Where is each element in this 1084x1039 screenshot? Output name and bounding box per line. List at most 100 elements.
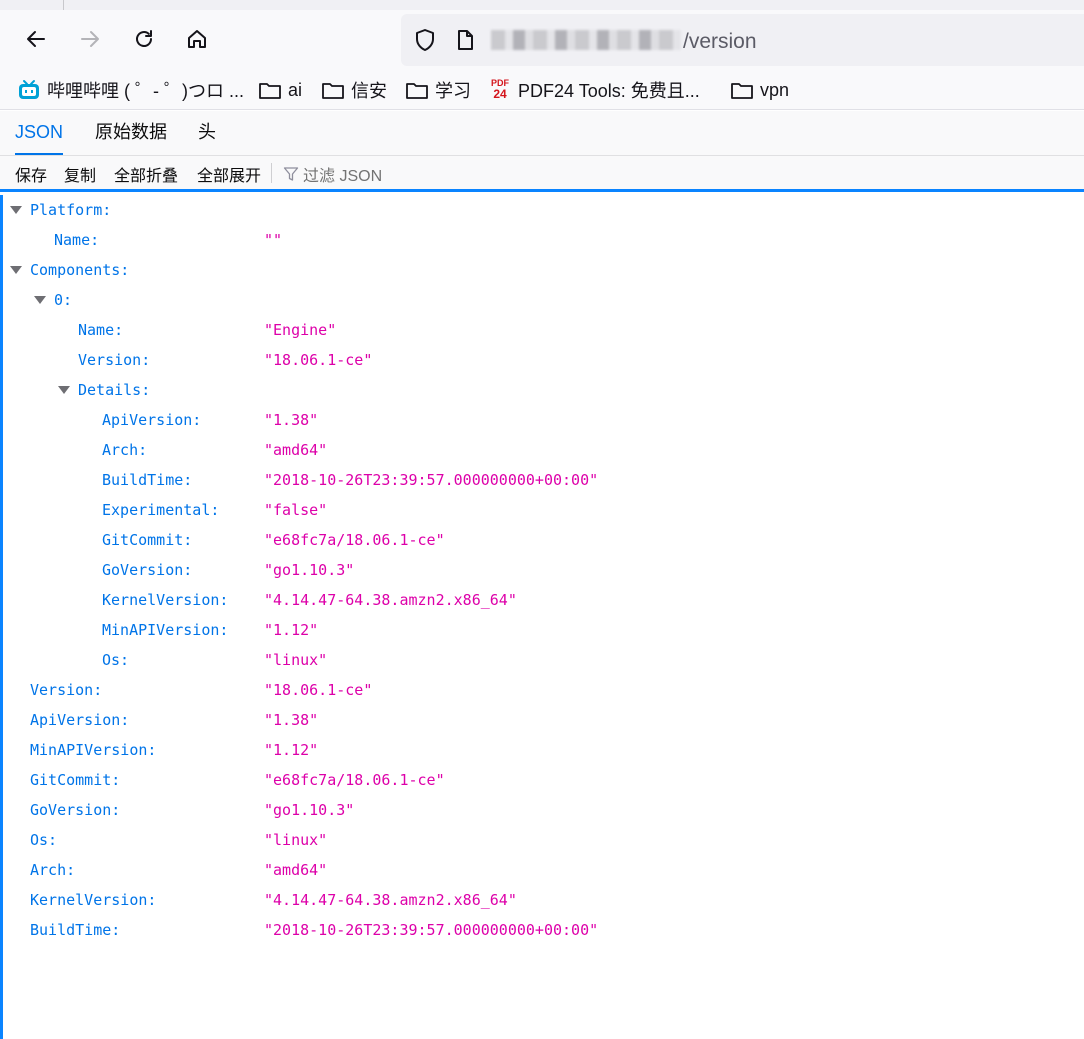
json-key: KernelVersion: [102, 591, 229, 609]
folder-icon [259, 83, 281, 99]
json-key: ApiVersion: [30, 711, 130, 729]
bookmark-folder-xuexi[interactable]: 学习 [405, 77, 471, 103]
json-row: BuildTime: "2018-10-26T23:39:57.000000000… [3, 915, 1083, 945]
pdf24-icon: PDF 24 [491, 78, 509, 101]
json-key: BuildTime: [30, 921, 121, 939]
filter-icon [283, 167, 299, 181]
filter-placeholder: 过滤 JSON [303, 168, 383, 185]
viewer-tabs: JSON 原始数据 头 [0, 111, 1084, 156]
json-key: GoVersion: [30, 801, 121, 819]
folder-icon [322, 83, 344, 99]
json-row[interactable]: Platform: [3, 195, 1083, 225]
json-value: "Engine" [264, 321, 337, 339]
json-key: Platform: [30, 201, 112, 219]
json-key: GoVersion: [102, 561, 193, 579]
bookmark-folder-ai[interactable]: ai [258, 77, 302, 103]
json-row: MinAPIVersion: "1.12" [3, 615, 1083, 645]
shield-icon[interactable] [413, 28, 437, 52]
collapse-all-button[interactable]: 全部折叠 [114, 162, 178, 186]
toolbar-divider [271, 163, 272, 183]
json-key: MinAPIVersion: [102, 621, 229, 639]
json-row: Experimental: "false" [3, 495, 1083, 525]
json-row: Arch: "amd64" [3, 855, 1083, 885]
json-key: GitCommit: [30, 771, 121, 789]
bookmark-pdf24[interactable]: PDF 24 PDF24 Tools: 免费且... [489, 77, 700, 103]
json-value: "1.12" [264, 741, 319, 759]
bookmark-label: 学习 [435, 81, 471, 101]
page-icon[interactable] [453, 28, 477, 52]
expand-triangle-icon[interactable] [34, 296, 46, 304]
json-row: Version: "18.06.1-ce" [3, 345, 1083, 375]
json-row[interactable]: Details: [3, 375, 1083, 405]
json-key: Name: [78, 321, 124, 339]
expand-triangle-icon[interactable] [10, 266, 22, 274]
json-value: "18.06.1-ce" [264, 351, 373, 369]
back-button[interactable] [21, 24, 51, 54]
bookmark-label: 信安 [351, 81, 387, 101]
bookmark-label: vpn [760, 79, 790, 100]
json-row: Version: "18.06.1-ce" [3, 675, 1083, 705]
json-value: "false" [264, 501, 328, 519]
bookmark-label: ai [288, 79, 303, 100]
json-key: BuildTime: [102, 471, 193, 489]
expand-triangle-icon[interactable] [10, 206, 22, 214]
json-value: "" [264, 231, 283, 249]
json-row: KernelVersion: "4.14.47-64.38.amzn2.x86_6… [3, 885, 1083, 915]
json-key: Name: [54, 231, 100, 249]
json-value: "linux" [264, 831, 328, 849]
json-key: Version: [78, 351, 151, 369]
json-key: Experimental: [102, 501, 220, 519]
bookmark-bilibili[interactable]: 哔哩哔哩 ( ゜- ゜)つロ ... [17, 77, 244, 103]
reload-button[interactable] [129, 24, 159, 54]
json-row: Name: "Engine" [3, 315, 1083, 345]
tab-raw-data[interactable]: 原始数据 [95, 111, 167, 155]
filter-json-input[interactable]: 过滤 JSON [283, 162, 382, 186]
json-value: "1.38" [264, 411, 319, 429]
json-value: "4.14.47-64.38.amzn2.x86_64" [264, 891, 517, 909]
url-bar[interactable]: /version [401, 14, 1084, 66]
json-value: "amd64" [264, 861, 328, 879]
forward-arrow-icon [81, 31, 99, 47]
bookmark-folder-vpn[interactable]: vpn [730, 77, 789, 103]
json-value: "go1.10.3" [264, 561, 355, 579]
reload-icon [136, 30, 152, 47]
copy-button[interactable]: 复制 [64, 162, 96, 186]
folder-icon [731, 83, 753, 99]
expand-triangle-icon[interactable] [58, 386, 70, 394]
json-row: GoVersion: "go1.10.3" [3, 795, 1083, 825]
tab-headers[interactable]: 头 [198, 111, 216, 155]
home-button[interactable] [182, 24, 212, 54]
json-row: MinAPIVersion: "1.12" [3, 735, 1083, 765]
json-key: 0: [54, 291, 73, 309]
json-key: Arch: [30, 861, 76, 879]
json-row: Os: "linux" [3, 825, 1083, 855]
bookmark-label: PDF24 Tools: 免费且... [518, 81, 700, 101]
json-row: ApiVersion: "1.38" [3, 405, 1083, 435]
json-value: "1.38" [264, 711, 319, 729]
json-row: KernelVersion: "4.14.47-64.38.amzn2.x86_6… [3, 585, 1083, 615]
json-value: "18.06.1-ce" [264, 681, 373, 699]
folder-icon [406, 83, 428, 99]
url-path[interactable]: /version [683, 30, 757, 54]
json-toolbar: 保存 复制 全部折叠 全部展开 过滤 JSON [0, 156, 1084, 192]
back-arrow-icon [27, 31, 45, 47]
json-row: GoVersion: "go1.10.3" [3, 555, 1083, 585]
json-value: "amd64" [264, 441, 328, 459]
json-value: "1.12" [264, 621, 319, 639]
json-row[interactable]: Components: [3, 255, 1083, 285]
forward-button[interactable] [75, 24, 105, 54]
json-row: Name: "" [3, 225, 1083, 255]
json-key: Arch: [102, 441, 148, 459]
json-key: Os: [30, 831, 58, 849]
save-button[interactable]: 保存 [15, 162, 47, 186]
json-row[interactable]: 0: [3, 285, 1083, 315]
tab-json[interactable]: JSON [15, 111, 64, 155]
json-row: ApiVersion: "1.38" [3, 705, 1083, 735]
expand-all-button[interactable]: 全部展开 [197, 162, 261, 186]
json-value: "2018-10-26T23:39:57.000000000+00:00" [264, 471, 599, 489]
tab-divider [63, 0, 64, 10]
bookmark-folder-xinan[interactable]: 信安 [321, 77, 387, 103]
bilibili-icon [19, 80, 39, 99]
json-row: GitCommit: "e68fc7a/18.06.1-ce" [3, 765, 1083, 795]
json-value: "go1.10.3" [264, 801, 355, 819]
